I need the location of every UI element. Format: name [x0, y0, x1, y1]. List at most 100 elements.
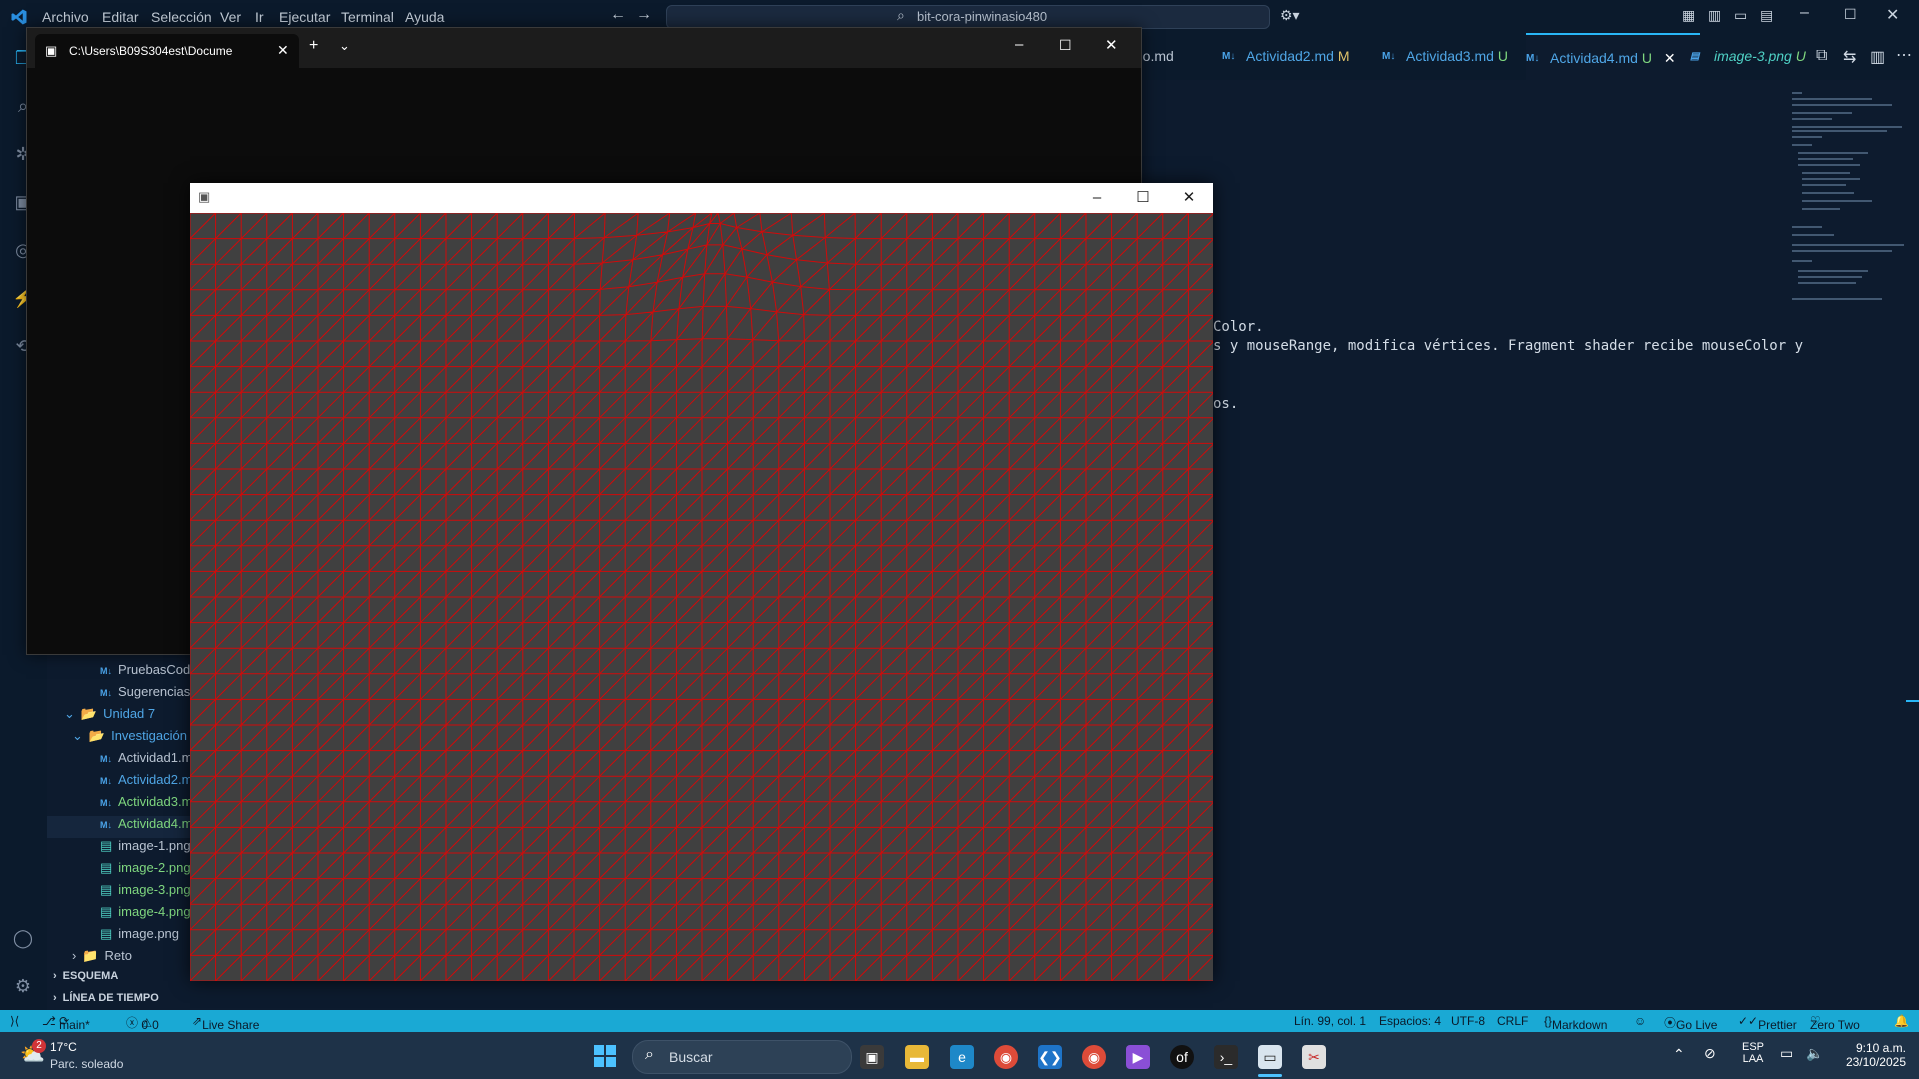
opengl-window[interactable]: ▣ – ☐ ✕: [190, 183, 1213, 981]
minimize-icon[interactable]: –: [1800, 4, 1809, 22]
golive-button[interactable]: ⦿ Go Live: [1664, 1014, 1717, 1032]
list-item[interactable]: M↓ Actividad4.m: [100, 816, 192, 831]
edge-icon[interactable]: e: [950, 1045, 974, 1069]
copilot-status-icon[interactable]: ☺: [1634, 1014, 1646, 1028]
visual-studio-icon[interactable]: ▶: [1126, 1045, 1150, 1069]
cursor-position[interactable]: Lín. 99, col. 1: [1294, 1014, 1366, 1028]
list-item[interactable]: ▤ image-3.png: [100, 882, 191, 898]
tab-close-icon[interactable]: ✕: [1664, 50, 1676, 66]
chrome-icon[interactable]: ◉: [994, 1045, 1018, 1069]
split-editor-icon[interactable]: ▥: [1870, 47, 1885, 67]
folder-reto[interactable]: › 📁 Reto: [72, 948, 132, 964]
indentation[interactable]: Espacios: 4: [1379, 1014, 1441, 1028]
maximize-icon[interactable]: ☐: [1120, 183, 1166, 213]
settings-gear-icon[interactable]: ⚙: [12, 975, 34, 997]
list-item[interactable]: M↓ Actividad1.m: [100, 750, 192, 765]
maximize-icon[interactable]: ☐: [1844, 6, 1857, 23]
folder-unidad-7[interactable]: ⌄ 📂 Unidad 7: [64, 706, 155, 722]
language-mode[interactable]: {} Markdown: [1544, 1014, 1607, 1032]
list-item[interactable]: M↓ PruebasCod: [100, 662, 190, 677]
snipping-tool-icon[interactable]: ✂: [1302, 1045, 1326, 1069]
list-item-label: image-2.png: [118, 860, 191, 875]
menu-ir[interactable]: Ir: [255, 9, 264, 25]
terminal-tab[interactable]: ▣ C:\Users\B09S304est\Docume ✕: [35, 34, 299, 68]
back-arrow-icon[interactable]: ←: [610, 6, 626, 24]
weather-temp[interactable]: 17°C: [50, 1040, 77, 1054]
theme-indicator[interactable]: Zero Two ♡: [1810, 1014, 1860, 1032]
command-center-search[interactable]: ⌕ bit-cora-pinwinasio480: [666, 5, 1270, 29]
section-esquema[interactable]: › ESQUEMA: [53, 970, 118, 982]
network-off-icon[interactable]: ⊘: [1704, 1045, 1716, 1062]
tab-actividad4[interactable]: M↓ Actividad4.md U ✕: [1526, 33, 1700, 82]
weather-desc[interactable]: Parc. soleado: [50, 1057, 123, 1071]
notifications-bell-icon[interactable]: 🔔: [1894, 1014, 1909, 1028]
close-tab-icon[interactable]: ✕: [277, 42, 289, 59]
layout-customize-icon[interactable]: ▦: [1682, 7, 1695, 24]
mesh-canvas[interactable]: [190, 213, 1213, 981]
forward-arrow-icon[interactable]: →: [636, 6, 652, 24]
list-item-label: image.png: [118, 926, 180, 941]
section-linea-de-tiempo[interactable]: › LÍNEA DE TIEMPO: [53, 992, 159, 1004]
app-window-icon[interactable]: ▭: [1258, 1045, 1282, 1069]
close-icon[interactable]: ✕: [1886, 5, 1899, 25]
folder-investigacion[interactable]: ⌄ 📂 Investigación: [72, 728, 187, 744]
theme-label: Zero Two: [1810, 1018, 1860, 1032]
account-icon[interactable]: ◯: [12, 927, 34, 949]
close-icon[interactable]: ✕: [1105, 36, 1118, 54]
taskbar-search[interactable]: ⌕ Buscar: [632, 1040, 852, 1074]
chevron-down-icon[interactable]: ⌄: [339, 38, 350, 54]
open-preview-icon[interactable]: ⧉: [1816, 47, 1827, 65]
list-item[interactable]: ▤ image.png: [100, 926, 179, 942]
chevron-up-icon[interactable]: ⌃: [1673, 1046, 1685, 1063]
editor-tabs: digo.md M↓ Actividad2.md M M↓ Actividad3.m…: [1100, 33, 1919, 82]
menu-editar[interactable]: Editar: [102, 9, 139, 25]
tab-actividad2[interactable]: M↓ Actividad2.md M: [1222, 33, 1350, 80]
menu-seleccion[interactable]: Selección: [151, 9, 212, 25]
branch-indicator[interactable]: ⎇ main* ⟳: [42, 1014, 90, 1032]
clock[interactable]: 9:10 a.m. 23/10/2025: [1838, 1041, 1906, 1069]
list-item[interactable]: M↓ Actividad2.m: [100, 772, 192, 787]
menu-ayuda[interactable]: Ayuda: [405, 9, 444, 25]
line-ending[interactable]: CRLF: [1497, 1014, 1528, 1028]
list-item[interactable]: ▤ image-1.png: [100, 838, 191, 854]
menu-terminal[interactable]: Terminal: [341, 9, 394, 25]
prettier-button[interactable]: ✓✓ Prettier: [1738, 1014, 1797, 1032]
file-explorer-icon[interactable]: ▬: [905, 1045, 929, 1069]
list-item[interactable]: M↓ Sugerencias: [100, 684, 190, 699]
minimap[interactable]: [1788, 88, 1908, 318]
compare-icon[interactable]: ⇆: [1843, 47, 1856, 67]
new-tab-icon[interactable]: +: [309, 37, 318, 55]
language-indicator[interactable]: ESP LAA: [1738, 1041, 1768, 1065]
openframeworks-icon[interactable]: of: [1170, 1045, 1194, 1069]
minimize-icon[interactable]: –: [1074, 183, 1120, 213]
minimize-icon[interactable]: –: [1015, 36, 1023, 53]
encoding[interactable]: UTF-8: [1451, 1014, 1485, 1028]
toggle-sidebar-icon[interactable]: ▥: [1708, 7, 1721, 24]
vscode-icon[interactable]: ❮❯: [1038, 1045, 1062, 1069]
windows-start-icon[interactable]: [593, 1044, 617, 1068]
toggle-secondary-sidebar-icon[interactable]: ▤: [1760, 7, 1773, 24]
task-view-icon[interactable]: ▣: [860, 1045, 884, 1069]
tab-image-3[interactable]: ▤ image-3.png U: [1690, 33, 1806, 80]
tab-actividad3[interactable]: M↓ Actividad3.md U: [1382, 33, 1508, 80]
terminal-icon[interactable]: ›_: [1214, 1045, 1238, 1069]
close-icon[interactable]: ✕: [1166, 183, 1212, 213]
scrollbar-marker[interactable]: [1906, 700, 1919, 702]
menu-ejecutar[interactable]: Ejecutar: [279, 9, 330, 25]
remote-indicator-icon[interactable]: ⟩⟨: [10, 1014, 19, 1028]
copilot-icon[interactable]: ⚙▾: [1280, 7, 1300, 24]
list-item[interactable]: M↓ Actividad3.m: [100, 794, 192, 809]
menu-archivo[interactable]: Archivo: [42, 9, 89, 25]
maximize-icon[interactable]: ☐: [1059, 37, 1072, 54]
monitor-icon[interactable]: ▭: [1780, 1045, 1793, 1062]
chrome-profile-icon[interactable]: ◉: [1082, 1045, 1106, 1069]
problems-indicator[interactable]: ⓧ 0 ⚠ 0: [126, 1014, 159, 1032]
image-file-icon: ▤: [100, 860, 113, 875]
toggle-panel-icon[interactable]: ▭: [1734, 7, 1747, 24]
more-actions-icon[interactable]: ⋯: [1896, 45, 1912, 65]
volume-icon[interactable]: 🔈: [1806, 1045, 1823, 1062]
liveshare-button[interactable]: ⇗ Live Share: [192, 1014, 259, 1032]
list-item[interactable]: ▤ image-2.png: [100, 860, 191, 876]
menu-ver[interactable]: Ver: [220, 9, 241, 25]
list-item[interactable]: ▤ image-4.png: [100, 904, 191, 920]
